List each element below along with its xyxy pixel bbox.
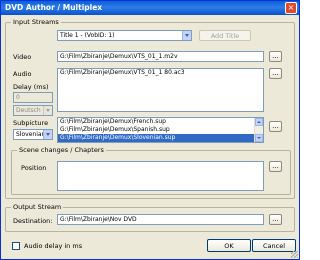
chevron-down-icon[interactable] (182, 31, 191, 40)
delay-field[interactable]: 0 (13, 92, 53, 103)
subpicture-language-select[interactable]: Slovenian (13, 129, 53, 140)
scene-changes-legend: Scene changes / Chapters (17, 146, 106, 154)
audio-language-value: Deutsch (16, 107, 41, 114)
close-button[interactable]: × (285, 2, 297, 14)
destination-field[interactable]: G:\Film\Zbiranje\Nov DVD (57, 214, 264, 225)
position-label: Position (21, 164, 47, 172)
video-path-field[interactable]: G:\Film\Zbiranje\Demux\VTS_01_1.m2v (57, 51, 264, 62)
output-stream-legend: Output Stream (11, 203, 64, 211)
subpicture-list-item[interactable]: G:\Film\Zbiranje\Demux\Spanish.sup (58, 126, 263, 134)
audio-delay-label: Audio delay in ms (24, 242, 83, 250)
chapter-positions-field[interactable] (57, 161, 264, 191)
delay-label: Delay (ms) (13, 83, 49, 91)
subpicture-list-item[interactable]: G:\Film\Zbiranje\Demux\French.sup (58, 118, 263, 126)
chapter-browse-button[interactable]: ... (269, 161, 282, 172)
audio-language-select[interactable]: Deutsch (13, 105, 53, 116)
audio-list-item[interactable]: G:\Film\Zbiranje\Demux\VTS_01_1 80.ac3 (58, 69, 263, 77)
destination-browse-button[interactable]: ... (269, 214, 282, 225)
subpicture-scrollbar[interactable] (254, 118, 263, 142)
subpicture-list[interactable]: G:\Film\Zbiranje\Demux\French.sup G:\Fil… (57, 117, 264, 143)
cancel-button[interactable]: Cancel (252, 239, 296, 252)
dvd-author-dialog: DVD Author / Multiplex × Input Streams T… (0, 0, 300, 260)
scroll-down-icon[interactable] (255, 134, 263, 142)
title-bar[interactable]: DVD Author / Multiplex × (1, 1, 299, 15)
destination-label: Destination: (13, 217, 53, 225)
title-select[interactable]: Title 1 - (VobID: 1) (57, 30, 192, 41)
resize-grip-icon[interactable] (291, 251, 298, 258)
audio-label: Audio (13, 70, 32, 78)
subpicture-label: Subpicture (13, 119, 49, 127)
chevron-down-icon[interactable] (43, 130, 52, 139)
subpicture-language-value: Slovenian (16, 131, 46, 138)
window-title: DVD Author / Multiplex (5, 3, 103, 12)
scroll-up-icon[interactable] (255, 118, 263, 126)
chevron-down-icon[interactable] (43, 106, 52, 115)
title-select-value: Title 1 - (VobID: 1) (60, 32, 115, 39)
audio-delay-checkbox[interactable] (12, 242, 20, 250)
audio-browse-button[interactable]: ... (269, 68, 282, 79)
input-streams-legend: Input Streams (11, 18, 61, 26)
audio-list[interactable]: G:\Film\Zbiranje\Demux\VTS_01_1 80.ac3 (57, 68, 264, 112)
subpicture-browse-button[interactable]: ... (269, 121, 282, 132)
subpicture-list-item-selected[interactable]: G:\Film\Zbiranje\Demux\Slovenian.sup (58, 134, 263, 142)
video-label: Video (13, 53, 32, 61)
ok-button[interactable]: OK (207, 239, 251, 252)
add-title-button[interactable]: Add Title (199, 30, 251, 41)
video-browse-button[interactable]: ... (269, 51, 282, 62)
